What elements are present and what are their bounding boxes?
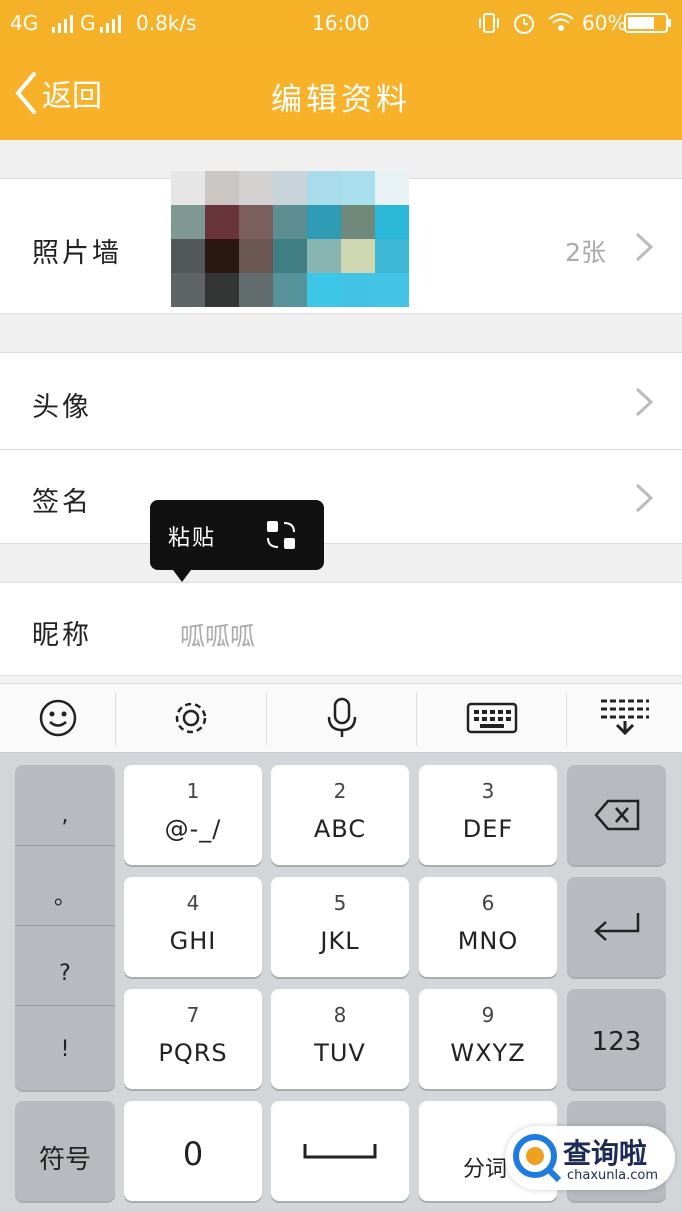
symbols-button[interactable]: 符号: [15, 1101, 115, 1201]
keyboard-toolbar: [0, 683, 682, 753]
watermark-text: 查询啦: [563, 1137, 648, 1170]
key-letters: JKL: [320, 927, 360, 955]
keyboard-icon[interactable]: [417, 684, 566, 752]
battery-percent: 60%: [582, 11, 627, 35]
row-nickname[interactable]: 昵称 呱呱呱: [0, 582, 682, 676]
row-label: 头像: [32, 392, 92, 423]
signal-icon: [52, 14, 74, 38]
row-label: 照片墙: [32, 238, 122, 269]
key-4[interactable]: 4 GHI: [124, 877, 262, 977]
page-title: 编辑资料: [271, 82, 411, 118]
search-logo-icon: [513, 1134, 562, 1183]
punct-key[interactable]: 。: [15, 879, 115, 911]
nickname-input[interactable]: 呱呱呱: [180, 617, 255, 653]
key-number: 6: [481, 891, 495, 915]
popup-pointer: [170, 566, 194, 582]
hide-keyboard-icon[interactable]: [567, 684, 682, 752]
paste-button[interactable]: 粘贴: [168, 520, 216, 552]
backspace-icon: [593, 799, 639, 831]
clock: 16:00: [312, 11, 370, 35]
punct-key[interactable]: ,: [15, 803, 115, 828]
symbols-label: 符号: [38, 1145, 91, 1175]
watermark-url: chaxunla.com: [567, 1168, 658, 1183]
space-key[interactable]: [271, 1101, 409, 1201]
key-letters: TUV: [314, 1039, 366, 1067]
row-avatar[interactable]: 头像: [0, 352, 682, 450]
key-9[interactable]: 9 WXYZ: [419, 989, 557, 1089]
section-gap: [0, 544, 682, 582]
signal-icon-2: [100, 14, 122, 38]
punctuation-column[interactable]: , 。 ? !: [15, 765, 115, 1090]
paste-popup: 粘贴: [150, 500, 324, 570]
numbers-button[interactable]: 123: [567, 989, 666, 1089]
nav-bar: 返回 编辑资料: [0, 46, 682, 140]
chevron-right-icon: [635, 483, 654, 513]
key-letters: @-_/: [164, 815, 222, 843]
enter-icon: [593, 913, 639, 941]
gear-icon[interactable]: [116, 684, 266, 752]
key-number: 5: [333, 891, 347, 915]
key-number: 8: [333, 1003, 347, 1027]
clipboard-switch-icon[interactable]: [264, 518, 298, 552]
key-7[interactable]: 7 PQRS: [124, 989, 262, 1089]
punct-key[interactable]: ?: [15, 961, 115, 986]
network-speed: 0.8k/s: [136, 11, 197, 35]
space-icon: [303, 1144, 377, 1159]
row-signature[interactable]: 签名: [0, 450, 682, 544]
photo-count: 2张: [565, 238, 606, 267]
backspace-button[interactable]: [567, 765, 666, 865]
battery-icon: [624, 13, 672, 38]
microphone-icon[interactable]: [267, 684, 416, 752]
zero-label: 0: [182, 1135, 204, 1173]
key-6[interactable]: 6 MNO: [419, 877, 557, 977]
smiley-icon[interactable]: [0, 684, 115, 752]
key-2[interactable]: 2 ABC: [271, 765, 409, 865]
key-letters: ABC: [313, 815, 367, 843]
punct-key[interactable]: !: [15, 1037, 115, 1062]
key-3[interactable]: 3 DEF: [419, 765, 557, 865]
watermark-logo: 查询啦 chaxunla.com: [505, 1126, 675, 1190]
status-bar: 4G G 0.8k/s 16:00 60%: [0, 0, 682, 46]
chevron-right-icon: [635, 387, 654, 417]
alarm-icon: [512, 11, 536, 40]
enter-button[interactable]: [567, 877, 666, 977]
numbers-label: 123: [591, 1027, 642, 1057]
key-letters: PQRS: [158, 1039, 228, 1067]
key-letters: WXYZ: [450, 1039, 526, 1067]
key-letters: MNO: [457, 927, 519, 955]
key-5[interactable]: 5 JKL: [271, 877, 409, 977]
wifi-icon: [548, 12, 574, 37]
key-number: 9: [481, 1003, 495, 1027]
network-indicator: 4G: [10, 11, 39, 35]
section-gap: [0, 314, 682, 352]
vibrate-icon: [478, 12, 500, 39]
row-label: 签名: [32, 487, 92, 518]
key-letters: GHI: [169, 927, 217, 955]
key-number: 1: [186, 779, 200, 803]
key-1[interactable]: 1 @-_/: [124, 765, 262, 865]
key-8[interactable]: 8 TUV: [271, 989, 409, 1089]
network-indicator-2: G: [80, 11, 96, 35]
key-letters: DEF: [462, 815, 514, 843]
key-number: 3: [481, 779, 495, 803]
key-0[interactable]: 0: [124, 1101, 262, 1201]
key-number: 7: [186, 1003, 200, 1027]
photo-thumbnail[interactable]: [171, 171, 409, 307]
key-number: 4: [186, 891, 200, 915]
row-label: 昵称: [32, 620, 92, 651]
key-number: 2: [333, 779, 347, 803]
chevron-right-icon: [635, 232, 654, 262]
